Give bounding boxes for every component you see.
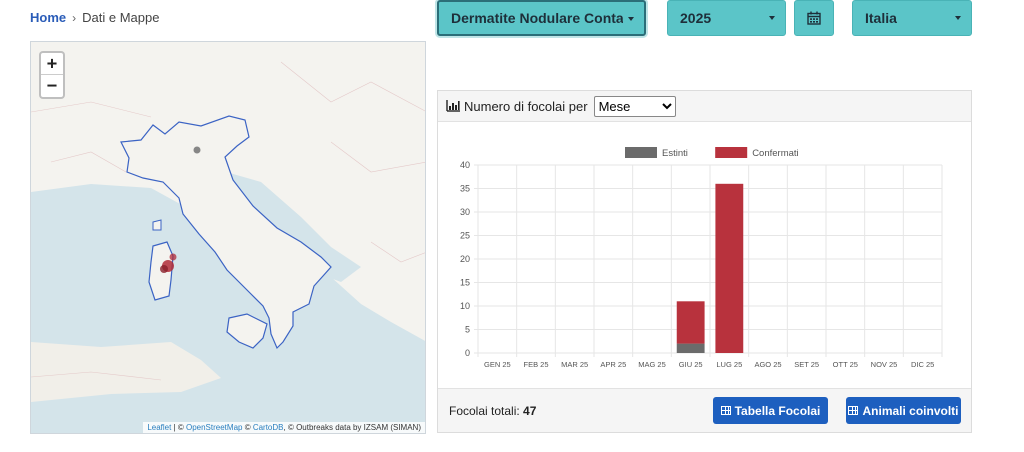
bar-estinti [676,343,705,353]
caret-down-icon [628,17,634,21]
y-tick-label: 30 [460,207,470,217]
x-tick-label: DIC 25 [911,360,934,369]
bar-confermati [715,183,744,353]
breadcrumb: Home › Dati e Mappe [30,10,159,25]
x-tick-label: FEB 25 [523,360,548,369]
year-dropdown-label: 2025 [680,10,712,26]
animals-involved-button[interactable]: Animali coinvolti [846,397,961,424]
y-tick-label: 5 [465,325,470,335]
chart-panel-header: Numero di focolai per Mese [438,91,971,122]
zoom-control: + − [39,51,65,99]
bar-confermati [676,301,705,344]
y-tick-label: 15 [460,278,470,288]
y-tick-label: 0 [465,348,470,358]
totals-label: Focolai totali: [449,404,520,418]
legend-swatch [715,147,748,158]
table-icon [720,406,731,415]
caret-down-icon [769,16,775,20]
caret-down-icon [955,16,961,20]
x-tick-label: GIU 25 [679,360,703,369]
country-dropdown-label: Italia [865,10,897,26]
leaflet-link[interactable]: Leaflet [147,423,171,432]
legend-swatch [625,147,657,158]
chart-area: 0 5 10 15 20 25 30 35 40 GEN 25 FEB 25 MAR 25 APR 25… [438,123,971,393]
x-tick-label: AGO 25 [754,360,781,369]
table-icon [848,406,859,415]
animals-involved-label: Animali coinvolti [862,403,959,418]
chart-panel-footer: Focolai totali: 47 Tabella Focolai Anima… [438,388,971,432]
y-tick-label: 10 [460,301,470,311]
period-select[interactable]: Mese [593,95,676,117]
table-outbreaks-button[interactable]: Tabella Focolai [713,397,828,424]
attribution-text: , © Outbreaks data by IZSAM (SIMAN) [283,423,422,432]
calendar-button[interactable] [794,0,834,36]
disease-dropdown-label: Dermatite Nodulare Contagiosa [451,10,623,26]
marker-confirmed [169,253,177,261]
osm-link[interactable]: OpenStreetMap [186,423,242,432]
y-tick-label: 40 [460,160,470,170]
map-attribution: Leaflet | © OpenStreetMap © CartoDB, © O… [143,422,425,433]
year-dropdown[interactable]: 2025 [667,0,786,36]
x-tick-label: LUG 25 [716,360,742,369]
country-dropdown[interactable]: Italia [852,0,972,36]
breadcrumb-home-link[interactable]: Home [30,10,66,25]
x-tick-label: GEN 25 [484,360,511,369]
legend-label: Estinti [662,148,688,159]
x-tick-label: NOV 25 [871,360,898,369]
attribution-sep: | © [171,423,186,432]
chevron-right-icon: › [72,10,77,25]
map-canvas[interactable] [31,42,426,434]
calendar-icon [807,11,821,25]
x-tick-label: APR 25 [600,360,626,369]
zoom-in-button[interactable]: + [41,53,63,75]
x-tick-label: SET 25 [794,360,819,369]
marker-confirmed [160,265,168,273]
totals-value: 47 [523,404,537,418]
x-tick-label: OTT 25 [833,360,858,369]
zoom-out-button[interactable]: − [41,75,63,97]
totals: Focolai totali: 47 [449,404,536,418]
x-tick-label: MAG 25 [638,360,666,369]
y-tick-label: 35 [460,184,470,194]
attribution-sep: © [242,423,253,432]
table-outbreaks-label: Tabella Focolai [734,403,821,418]
carto-link[interactable]: CartoDB [253,423,284,432]
breadcrumb-current: Dati e Mappe [82,10,160,25]
disease-dropdown[interactable]: Dermatite Nodulare Contagiosa [437,0,646,36]
outbreak-map[interactable]: + − Leaflet | © OpenStreetMap © CartoDB,… [30,41,426,434]
x-tick-label: MAR 25 [561,360,588,369]
legend-label: Confermati [752,148,798,159]
chart-panel: Numero di focolai per Mese 0 5 10 15 20 25 30 3… [437,90,972,433]
y-tick-label: 20 [460,254,470,264]
outbreak-bar-chart: 0 5 10 15 20 25 30 35 40 GEN 25 FEB 25 MAR 25 APR 25… [460,147,943,369]
y-tick-label: 25 [460,231,470,241]
marker-extinct [193,146,201,154]
chart-header-label: Numero di focolai per [464,98,588,114]
bar-chart-icon [446,100,460,112]
